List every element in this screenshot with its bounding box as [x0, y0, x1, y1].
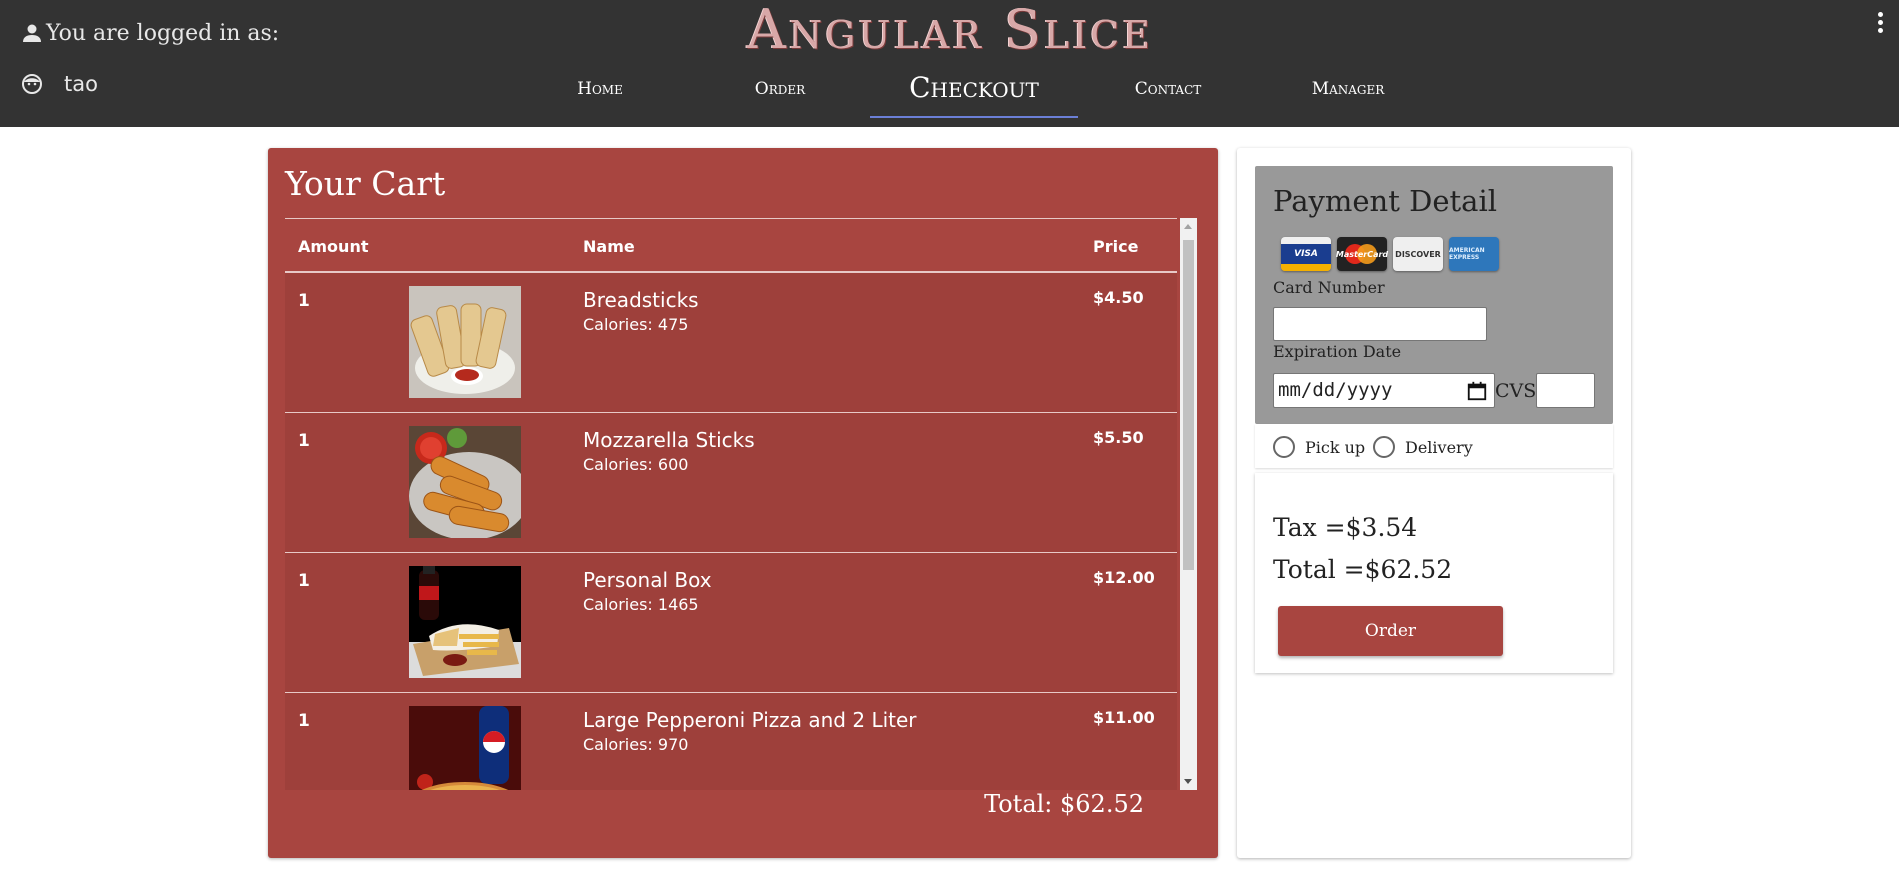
cvs-field[interactable] — [1536, 373, 1595, 408]
cart-panel: Your Cart Amount Name Price 1 Breadstick… — [268, 148, 1218, 858]
item-name: Breadsticks — [583, 288, 699, 312]
cart-table-header: Amount Name Price — [285, 218, 1177, 273]
mastercard-icon: MasterCard — [1336, 237, 1388, 271]
nav-home[interactable]: Home — [540, 70, 660, 116]
column-header-price: Price — [1093, 237, 1139, 256]
column-header-name: Name — [583, 237, 635, 256]
item-amount: 1 — [298, 571, 310, 591]
nav-manager[interactable]: Manager — [1288, 70, 1408, 116]
cvs-label: CVS — [1495, 380, 1537, 402]
item-calories: Calories: 600 — [583, 455, 689, 474]
cart-table[interactable]: Amount Name Price 1 Breadsticks Calories… — [285, 218, 1197, 790]
checkout-side-panel: Payment Detail VISA MasterCard DISCOVER … — [1237, 148, 1631, 858]
radio-circle-icon[interactable] — [1273, 436, 1295, 458]
discover-icon: DISCOVER — [1393, 237, 1443, 271]
item-calories: Calories: 1465 — [583, 595, 699, 614]
main-nav: Home Order Checkout Contact Manager — [0, 70, 1899, 118]
pickup-radio[interactable]: Pick up — [1273, 436, 1365, 458]
item-price: $5.50 — [1093, 428, 1144, 447]
logged-in-line: You are logged in as: — [20, 18, 279, 48]
table-row[interactable]: 1 Mozzarella Sticks Calories: 600 $5.50 — [285, 413, 1177, 553]
table-row[interactable]: 1 Personal Box Calories: 1465 $12.00 — [285, 553, 1177, 693]
item-calories: Calories: 475 — [583, 315, 689, 334]
breadsticks-image — [409, 286, 521, 398]
payment-detail-card: Payment Detail VISA MasterCard DISCOVER … — [1255, 166, 1613, 424]
item-name: Mozzarella Sticks — [583, 428, 755, 452]
cart-total: Total: $62.52 — [984, 790, 1144, 818]
item-price: $11.00 — [1093, 708, 1155, 727]
cart-title: Your Cart — [285, 164, 446, 203]
column-header-amount: Amount — [298, 237, 369, 256]
nav-contact[interactable]: Contact — [1108, 70, 1228, 116]
brand-logo[interactable]: Angular Slice — [625, 0, 1275, 61]
item-price: $4.50 — [1093, 288, 1144, 307]
personal-box-image — [409, 566, 521, 678]
table-row[interactable]: 1 Large Pepperoni Pizza and 2 Liter Calo — [285, 693, 1177, 790]
cart-scrollbar[interactable] — [1180, 218, 1197, 790]
scrollbar-thumb[interactable] — [1183, 240, 1194, 570]
expiration-date-label: Expiration Date — [1273, 342, 1402, 361]
logged-in-label: You are logged in as: — [46, 20, 280, 46]
item-name: Personal Box — [583, 568, 712, 592]
delivery-radio[interactable]: Delivery — [1373, 436, 1473, 458]
item-amount: 1 — [298, 431, 310, 451]
scroll-down-icon[interactable] — [1184, 779, 1192, 784]
item-calories: Calories: 970 — [583, 735, 689, 754]
expiration-date-placeholder: mm/dd/yyyy — [1278, 379, 1393, 401]
card-number-label: Card Number — [1273, 278, 1385, 297]
payment-title: Payment Detail — [1273, 184, 1497, 218]
scroll-up-icon[interactable] — [1184, 224, 1192, 229]
more-menu-icon[interactable] — [1875, 12, 1885, 38]
fulfillment-options: Pick up Delivery — [1255, 424, 1613, 468]
nav-checkout[interactable]: Checkout — [870, 70, 1078, 118]
top-header: You are logged in as: tao Angular Slice … — [0, 0, 1899, 127]
amex-icon: AMERICAN EXPRESS — [1449, 237, 1499, 271]
pepperoni-pizza-image — [409, 706, 521, 790]
order-summary: Tax =$3.54 Total =$62.52 Order — [1255, 473, 1613, 673]
item-amount: 1 — [298, 291, 310, 311]
nav-order[interactable]: Order — [720, 70, 840, 116]
expiration-date-field[interactable]: mm/dd/yyyy — [1273, 373, 1495, 408]
card-number-field[interactable] — [1273, 307, 1487, 341]
item-name: Large Pepperoni Pizza and 2 Liter — [583, 708, 917, 732]
item-price: $12.00 — [1093, 568, 1155, 587]
mozzarella-sticks-image — [409, 426, 521, 538]
order-total: Total =$62.52 — [1273, 555, 1453, 584]
order-button[interactable]: Order — [1278, 606, 1503, 656]
card-logos: VISA MasterCard DISCOVER AMERICAN EXPRES… — [1281, 237, 1499, 271]
visa-icon: VISA — [1281, 237, 1331, 271]
tax-amount: Tax =$3.54 — [1273, 513, 1418, 542]
item-amount: 1 — [298, 711, 310, 731]
person-icon — [23, 24, 41, 42]
table-row[interactable]: 1 Breadsticks Calories: 475 $4.50 — [285, 273, 1177, 413]
calendar-icon[interactable] — [1466, 380, 1488, 402]
radio-circle-icon[interactable] — [1373, 436, 1395, 458]
